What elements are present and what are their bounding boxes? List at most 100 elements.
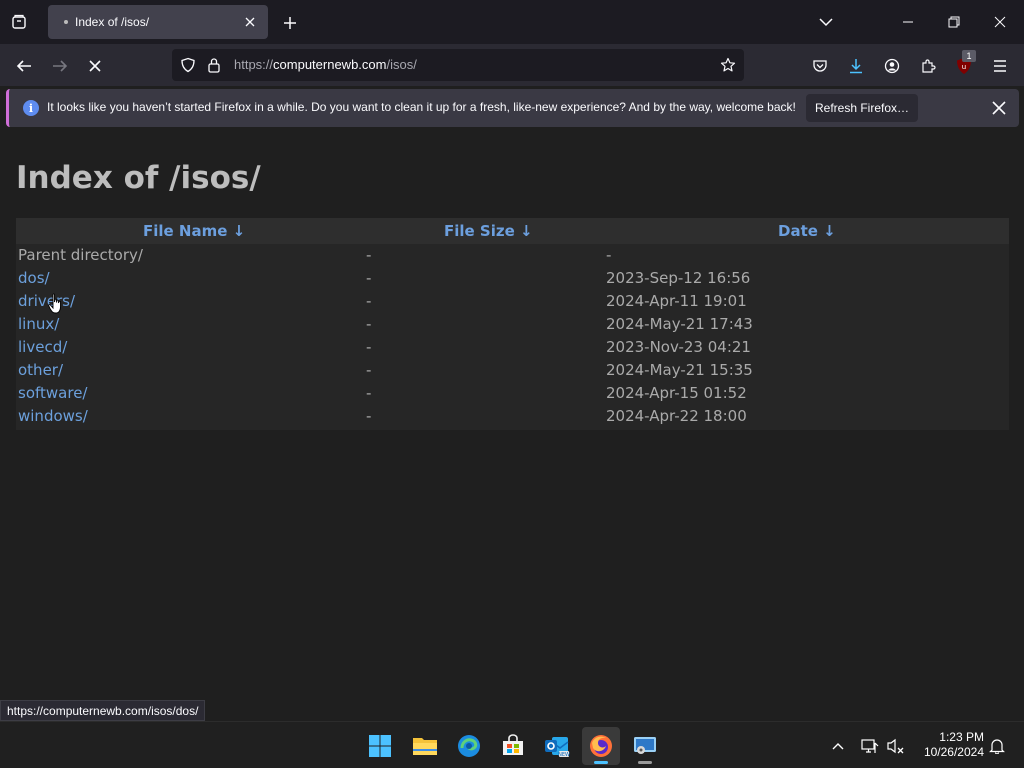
table-row: linux/ - 2024-May-21 17:43 <box>16 313 1009 336</box>
firefox-icon <box>590 735 612 757</box>
new-tab-icon[interactable] <box>278 11 302 35</box>
table-row: windows/ - 2024-Apr-22 18:00 <box>16 405 1009 428</box>
row-size: - <box>366 407 372 425</box>
tab-close-icon[interactable] <box>240 12 260 32</box>
row-name-link[interactable]: Parent directory/ <box>18 246 143 264</box>
extension-badge: 1 <box>962 50 976 62</box>
row-date: 2024-Apr-22 18:00 <box>606 407 747 425</box>
start-icon <box>369 735 391 757</box>
forward-icon[interactable] <box>47 53 73 79</box>
tab-title: Index of /isos/ <box>75 15 150 29</box>
file-explorer-icon <box>413 738 437 755</box>
notification-bar: i It looks like you haven’t started Fire… <box>6 89 1019 127</box>
row-date: - <box>606 246 612 264</box>
start-button[interactable] <box>361 727 399 765</box>
url-path: /isos/ <box>386 57 417 72</box>
row-size: - <box>366 292 372 310</box>
row-name-link[interactable]: dos/ <box>18 269 50 287</box>
notification-message: It looks like you haven’t started Firefo… <box>47 100 796 114</box>
row-name-link[interactable]: other/ <box>18 361 63 379</box>
outlook-button[interactable]: NEW <box>538 727 576 765</box>
refresh-firefox-button[interactable]: Refresh Firefox… <box>806 94 918 122</box>
title-bar: Index of /isos/ <box>0 0 1024 44</box>
tab-list-icon[interactable] <box>8 11 30 33</box>
tracking-protection-shield-icon[interactable] <box>178 55 198 75</box>
extensions-icon[interactable] <box>917 55 939 77</box>
row-date: 2024-May-21 17:43 <box>606 315 753 333</box>
url-host: computernewb.com <box>273 57 387 72</box>
svg-text:NEW: NEW <box>558 752 570 758</box>
volume-muted-icon[interactable] <box>885 735 907 757</box>
show-hidden-icons-icon[interactable] <box>827 735 849 757</box>
row-date: 2024-Apr-15 01:52 <box>606 384 747 402</box>
store-icon <box>503 734 523 755</box>
notifications-bell-icon[interactable] <box>986 735 1008 757</box>
list-all-tabs-icon[interactable] <box>812 8 840 36</box>
row-name-link[interactable]: linux/ <box>18 315 59 333</box>
microsoft-store-button[interactable] <box>494 727 532 765</box>
lock-icon[interactable] <box>204 55 224 75</box>
clock-date: 10/26/2024 <box>923 745 984 759</box>
row-size: - <box>366 315 372 333</box>
hand-cursor-icon <box>48 293 64 315</box>
table-row: livecd/ - 2023-Nov-23 04:21 <box>16 336 1009 359</box>
downloads-icon[interactable] <box>845 55 867 77</box>
row-size: - <box>366 246 372 264</box>
row-name-link[interactable]: drivers/ <box>18 292 75 310</box>
row-size: - <box>366 384 372 402</box>
table-row: dos/ - 2023-Sep-12 16:56 <box>16 267 1009 290</box>
file-size-column-header[interactable]: File Size ↓ <box>444 222 533 240</box>
back-icon[interactable] <box>11 53 37 79</box>
nav-toolbar: https://computernewb.com/isos/ u 1 <box>0 44 1024 86</box>
stop-loading-icon[interactable] <box>82 53 108 79</box>
url-prefix: https:// <box>234 57 274 72</box>
minimize-icon[interactable] <box>894 8 922 36</box>
file-table: File Name ↓ File Size ↓ Date ↓ Parent di… <box>16 218 1009 430</box>
outlook-icon: NEW <box>545 737 570 758</box>
url-bar[interactable]: https://computernewb.com/isos/ <box>172 49 744 81</box>
table-row: drivers/ - 2024-Apr-11 19:01 <box>16 290 1009 313</box>
tab-active[interactable]: Index of /isos/ <box>48 5 268 39</box>
menu-icon[interactable] <box>989 55 1011 77</box>
svg-text:u: u <box>962 63 966 71</box>
edge-button[interactable] <box>450 727 488 765</box>
page-title: Index of /isos/ <box>16 160 261 196</box>
page-content: Index of /isos/ File Name ↓ File Size ↓ … <box>0 132 1024 697</box>
table-row: software/ - 2024-Apr-15 01:52 <box>16 382 1009 405</box>
bookmark-star-icon[interactable] <box>718 55 738 75</box>
vm-viewer-button[interactable] <box>626 727 664 765</box>
taskbar: NEW 1:23 PM 10/26/2024 <box>0 721 1024 768</box>
row-date: 2023-Nov-23 04:21 <box>606 338 751 356</box>
clock-time: 1:23 PM <box>939 730 984 744</box>
running-indicator <box>638 761 652 764</box>
file-explorer-button[interactable] <box>406 727 444 765</box>
url-text[interactable]: https://computernewb.com/isos/ <box>234 57 417 72</box>
edge-icon <box>458 735 480 757</box>
row-name-link[interactable]: software/ <box>18 384 87 402</box>
status-url-tooltip: https://computernewb.com/isos/dos/ <box>0 700 206 721</box>
table-row: other/ - 2024-May-21 15:35 <box>16 359 1009 382</box>
file-name-column-header[interactable]: File Name ↓ <box>143 222 245 240</box>
row-size: - <box>366 361 372 379</box>
vm-viewer-icon <box>634 737 656 754</box>
row-size: - <box>366 269 372 287</box>
notification-close-icon[interactable] <box>989 98 1009 118</box>
account-icon[interactable] <box>881 55 903 77</box>
row-date: 2024-Apr-11 19:01 <box>606 292 747 310</box>
restore-icon[interactable] <box>940 8 968 36</box>
loading-dot-icon <box>64 20 68 24</box>
active-indicator <box>594 761 608 764</box>
date-column-header[interactable]: Date ↓ <box>778 222 836 240</box>
system-clock[interactable]: 1:23 PM 10/26/2024 <box>912 730 984 760</box>
table-row: Parent directory/ - - <box>16 244 1009 267</box>
table-header: File Name ↓ File Size ↓ Date ↓ <box>16 218 1009 244</box>
close-window-icon[interactable] <box>986 8 1014 36</box>
network-icon[interactable] <box>859 735 881 757</box>
row-date: 2024-May-21 15:35 <box>606 361 753 379</box>
row-name-link[interactable]: windows/ <box>18 407 88 425</box>
pocket-icon[interactable] <box>809 55 831 77</box>
row-date: 2023-Sep-12 16:56 <box>606 269 751 287</box>
info-icon: i <box>23 100 39 116</box>
firefox-button[interactable] <box>582 727 620 765</box>
row-name-link[interactable]: livecd/ <box>18 338 67 356</box>
